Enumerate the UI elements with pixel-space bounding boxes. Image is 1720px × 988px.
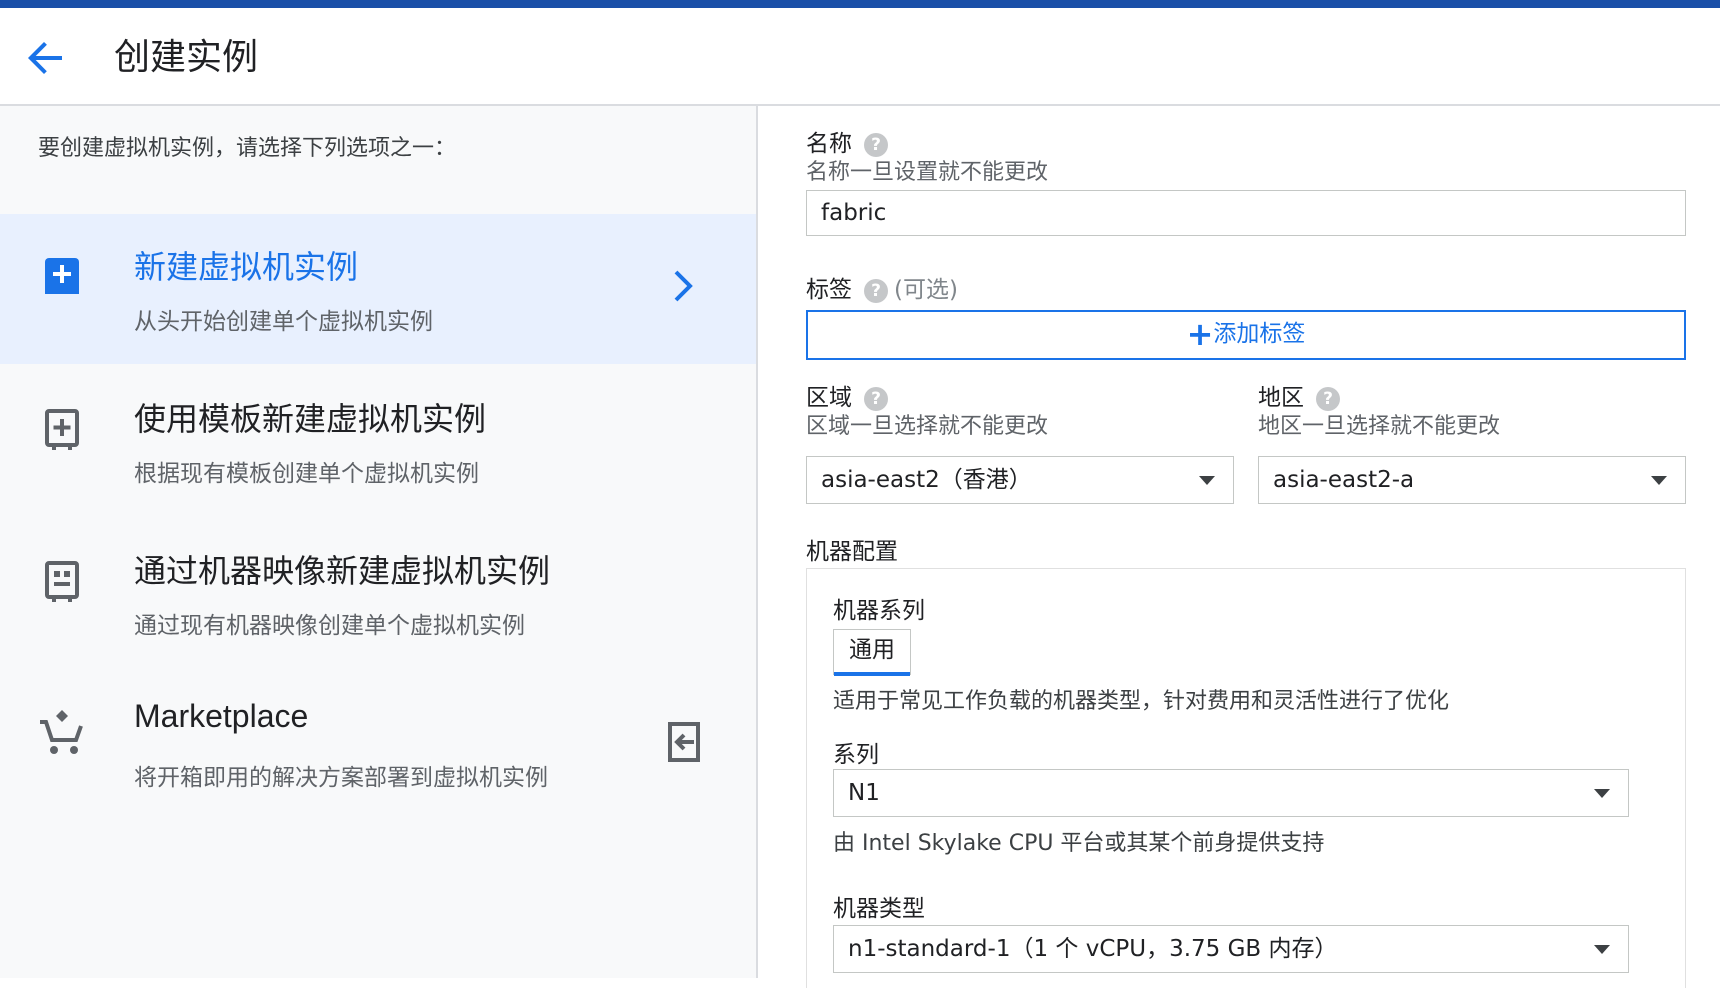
machine-config-section: 机器系列 通用 适用于常见工作负载的机器类型，针对费用和灵活性进行了优化 系列 … xyxy=(806,568,1686,988)
cart-icon xyxy=(40,710,83,754)
add-box-filled-icon xyxy=(45,258,79,294)
zone-value: asia-east2-a xyxy=(1273,467,1415,493)
series-desc: 由 Intel Skylake CPU 平台或其某个前身提供支持 xyxy=(833,831,1325,856)
back-button[interactable] xyxy=(22,34,70,82)
dropdown-arrow-icon xyxy=(1594,945,1610,954)
add-label-button[interactable]: +添加标签 xyxy=(806,310,1686,360)
series-select[interactable]: N1 xyxy=(833,769,1629,817)
series-label: 系列 xyxy=(833,742,879,768)
help-icon[interactable]: ? xyxy=(864,278,888,303)
option-desc: 根据现有模板创建单个虚拟机实例 xyxy=(134,461,479,487)
creation-options-panel: 要创建虚拟机实例，请选择下列选项之一： 新建虚拟机实例 从头开始创建单个虚拟机实… xyxy=(0,106,758,978)
zone-hint: 地区一旦选择就不能更改 xyxy=(1258,414,1501,439)
machine-family-label: 机器系列 xyxy=(833,598,925,624)
zone-label-row: 地区? xyxy=(1258,378,1340,412)
labels-label-row: 标签? (可选) xyxy=(806,270,958,304)
name-label-row: 名称? xyxy=(806,124,888,158)
arrow-back-icon xyxy=(28,42,62,74)
zone-select[interactable]: asia-east2-a xyxy=(1258,456,1686,504)
option-desc: 从头开始创建单个虚拟机实例 xyxy=(134,309,433,335)
page-header: 创建实例 xyxy=(0,8,1720,106)
region-select[interactable]: asia-east2（香港） xyxy=(806,456,1234,504)
region-value: asia-east2（香港） xyxy=(821,467,1032,493)
chevron-right-icon xyxy=(674,270,693,302)
option-marketplace[interactable]: Marketplace 将开箱即用的解决方案部署到虚拟机实例 xyxy=(0,670,756,820)
machine-family-desc: 适用于常见工作负载的机器类型，针对费用和灵活性进行了优化 xyxy=(833,689,1450,714)
top-accent-bar xyxy=(0,0,1720,8)
template-add-icon xyxy=(45,409,79,450)
add-label-text: 添加标签 xyxy=(1213,321,1306,347)
dropdown-arrow-icon xyxy=(1594,789,1610,798)
plus-icon: + xyxy=(1186,315,1214,353)
chip-selected-indicator xyxy=(834,672,910,676)
instance-form: 名称? 名称一旦设置就不能更改 fabric 标签? (可选) +添加标签 区域?… xyxy=(758,106,1720,988)
machine-image-icon xyxy=(45,561,79,602)
region-hint: 区域一旦选择就不能更改 xyxy=(806,414,1049,439)
optional-text: (可选) xyxy=(894,277,958,303)
option-desc: 将开箱即用的解决方案部署到虚拟机实例 xyxy=(134,765,548,791)
series-value: N1 xyxy=(848,780,880,806)
machine-type-value: n1-standard-1（1 个 vCPU，3.75 GB 内存） xyxy=(848,936,1338,962)
option-title: 新建虚拟机实例 xyxy=(134,248,359,286)
dropdown-arrow-icon xyxy=(1199,476,1215,485)
open-external-icon[interactable] xyxy=(664,720,704,764)
dropdown-arrow-icon xyxy=(1651,476,1667,485)
machine-type-select[interactable]: n1-standard-1（1 个 vCPU，3.75 GB 内存） xyxy=(833,925,1629,973)
name-input[interactable]: fabric xyxy=(806,190,1686,236)
labels-label: 标签 xyxy=(806,277,852,303)
option-from-machine-image[interactable]: 通过机器映像新建虚拟机实例 通过现有机器映像创建单个虚拟机实例 xyxy=(0,518,756,668)
option-title: Marketplace xyxy=(134,698,309,734)
help-icon[interactable]: ? xyxy=(1316,386,1340,411)
machine-config-label: 机器配置 xyxy=(806,539,898,565)
option-desc: 通过现有机器映像创建单个虚拟机实例 xyxy=(134,613,525,639)
option-title: 使用模板新建虚拟机实例 xyxy=(134,400,487,438)
option-new-vm[interactable]: 新建虚拟机实例 从头开始创建单个虚拟机实例 xyxy=(0,214,756,364)
option-title: 通过机器映像新建虚拟机实例 xyxy=(134,552,551,590)
region-label-row: 区域? xyxy=(806,378,888,412)
name-hint: 名称一旦设置就不能更改 xyxy=(806,160,1049,185)
machine-family-chip-general[interactable]: 通用 xyxy=(833,629,911,676)
options-intro: 要创建虚拟机实例，请选择下列选项之一： xyxy=(38,136,457,161)
help-icon[interactable]: ? xyxy=(864,386,888,411)
help-icon[interactable]: ? xyxy=(864,132,888,157)
option-from-template[interactable]: 使用模板新建虚拟机实例 根据现有模板创建单个虚拟机实例 xyxy=(0,366,756,516)
page-title: 创建实例 xyxy=(114,37,259,78)
machine-type-label: 机器类型 xyxy=(833,896,925,922)
chip-label: 通用 xyxy=(849,637,895,663)
